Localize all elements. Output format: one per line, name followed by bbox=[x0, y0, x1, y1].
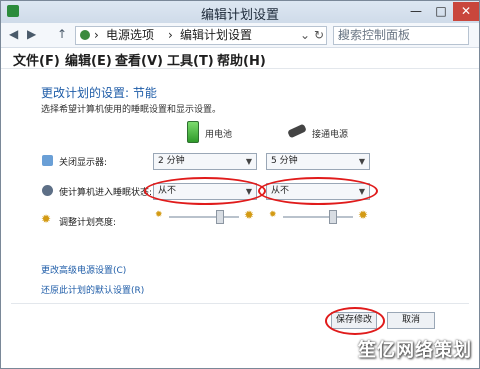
sun-icon: ✹ bbox=[269, 210, 277, 220]
annotation-oval-sleep-battery bbox=[144, 177, 266, 205]
close-button[interactable]: ✕ bbox=[453, 2, 479, 21]
restore-defaults-link[interactable]: 还原此计划的默认设置(R) bbox=[41, 283, 144, 296]
search-icon: ⌕ bbox=[338, 28, 345, 42]
brightness-battery-track bbox=[169, 216, 239, 218]
plan-settings-panel: 更改计划的设置: 节能 选择希望计算机使用的睡眠设置和显示设置。 用电池 接通电… bbox=[1, 69, 479, 368]
back-button[interactable]: ◀ bbox=[9, 27, 18, 41]
moon-icon bbox=[42, 185, 53, 196]
chevron-down-icon[interactable]: ⌄ bbox=[300, 27, 310, 44]
sun-icon: ✹ bbox=[244, 208, 255, 222]
page-title: 更改计划的设置: 节能 bbox=[41, 86, 157, 100]
battery-icon bbox=[187, 121, 199, 143]
annotation-oval-save bbox=[325, 307, 385, 335]
sun-icon: ✹ bbox=[155, 210, 163, 220]
chevron-down-icon: ▼ bbox=[358, 157, 365, 166]
divider bbox=[11, 303, 469, 304]
title-bar: 编辑计划设置 — □ ✕ bbox=[1, 1, 479, 23]
breadcrumb-separator: › bbox=[94, 28, 99, 42]
maximize-button[interactable]: □ bbox=[429, 2, 453, 21]
brightness-plugged-track bbox=[283, 216, 353, 218]
display-off-label: 关闭显示器: bbox=[59, 158, 108, 168]
menu-help[interactable]: 帮助(H) bbox=[217, 50, 266, 69]
forward-button[interactable]: ▶ bbox=[27, 27, 36, 41]
brightness-battery-slider[interactable] bbox=[216, 210, 224, 224]
sleep-label: 使计算机进入睡眠状态: bbox=[59, 188, 153, 198]
breadcrumb[interactable]: › 电源选项 › 编辑计划设置 ⌄ ↻ bbox=[75, 26, 327, 45]
watermark: 笙亿网络策划 bbox=[358, 340, 472, 361]
brightness-label: 调整计划亮度: bbox=[59, 218, 117, 228]
address-bar: ◀ ▶ ↑ › 电源选项 › 编辑计划设置 ⌄ ↻ 搜索控制面板 ⌕ bbox=[1, 23, 479, 48]
display-off-battery-select[interactable]: 2 分钟 ▼ bbox=[153, 153, 257, 170]
minimize-button[interactable]: — bbox=[403, 2, 429, 21]
monitor-icon bbox=[42, 155, 53, 166]
menu-edit[interactable]: 编辑(E) bbox=[65, 50, 112, 69]
column-header-plugged: 接通电源 bbox=[312, 130, 349, 140]
menu-view[interactable]: 查看(V) bbox=[115, 50, 163, 69]
power-plan-window: 编辑计划设置 — □ ✕ ◀ ▶ ↑ › 电源选项 › 编辑计划设置 ⌄ ↻ 搜… bbox=[0, 0, 480, 369]
page-subtitle: 选择希望计算机使用的睡眠设置和显示设置。 bbox=[41, 105, 222, 115]
refresh-icon[interactable]: ↻ bbox=[314, 27, 324, 44]
column-header-battery: 用电池 bbox=[205, 130, 233, 140]
display-off-plugged-value: 5 分钟 bbox=[271, 156, 298, 166]
display-off-battery-value: 2 分钟 bbox=[158, 156, 185, 166]
up-button[interactable]: ↑ bbox=[57, 27, 67, 41]
annotation-oval-sleep-plugged bbox=[258, 177, 378, 205]
sun-icon: ✹ bbox=[358, 208, 369, 222]
power-options-icon bbox=[80, 30, 90, 40]
breadcrumb-separator: › bbox=[168, 28, 173, 42]
sun-icon: ✹ bbox=[41, 212, 52, 226]
search-input[interactable]: 搜索控制面板 ⌕ bbox=[333, 26, 469, 45]
display-off-plugged-select[interactable]: 5 分钟 ▼ bbox=[266, 153, 370, 170]
chevron-down-icon: ▼ bbox=[245, 157, 252, 166]
advanced-power-settings-link[interactable]: 更改高级电源设置(C) bbox=[41, 263, 126, 276]
cancel-button[interactable]: 取消 bbox=[387, 312, 435, 329]
breadcrumb-item-power-options[interactable]: 电源选项 bbox=[106, 27, 154, 44]
menu-file[interactable]: 文件(F) bbox=[13, 50, 60, 69]
menu-bar: 文件(F) 编辑(E) 查看(V) 工具(T) 帮助(H) bbox=[1, 48, 479, 69]
brightness-plugged-slider[interactable] bbox=[329, 210, 337, 224]
breadcrumb-item-edit-plan[interactable]: 编辑计划设置 bbox=[180, 27, 252, 44]
menu-tools[interactable]: 工具(T) bbox=[167, 50, 214, 69]
power-plug-icon bbox=[287, 123, 307, 139]
